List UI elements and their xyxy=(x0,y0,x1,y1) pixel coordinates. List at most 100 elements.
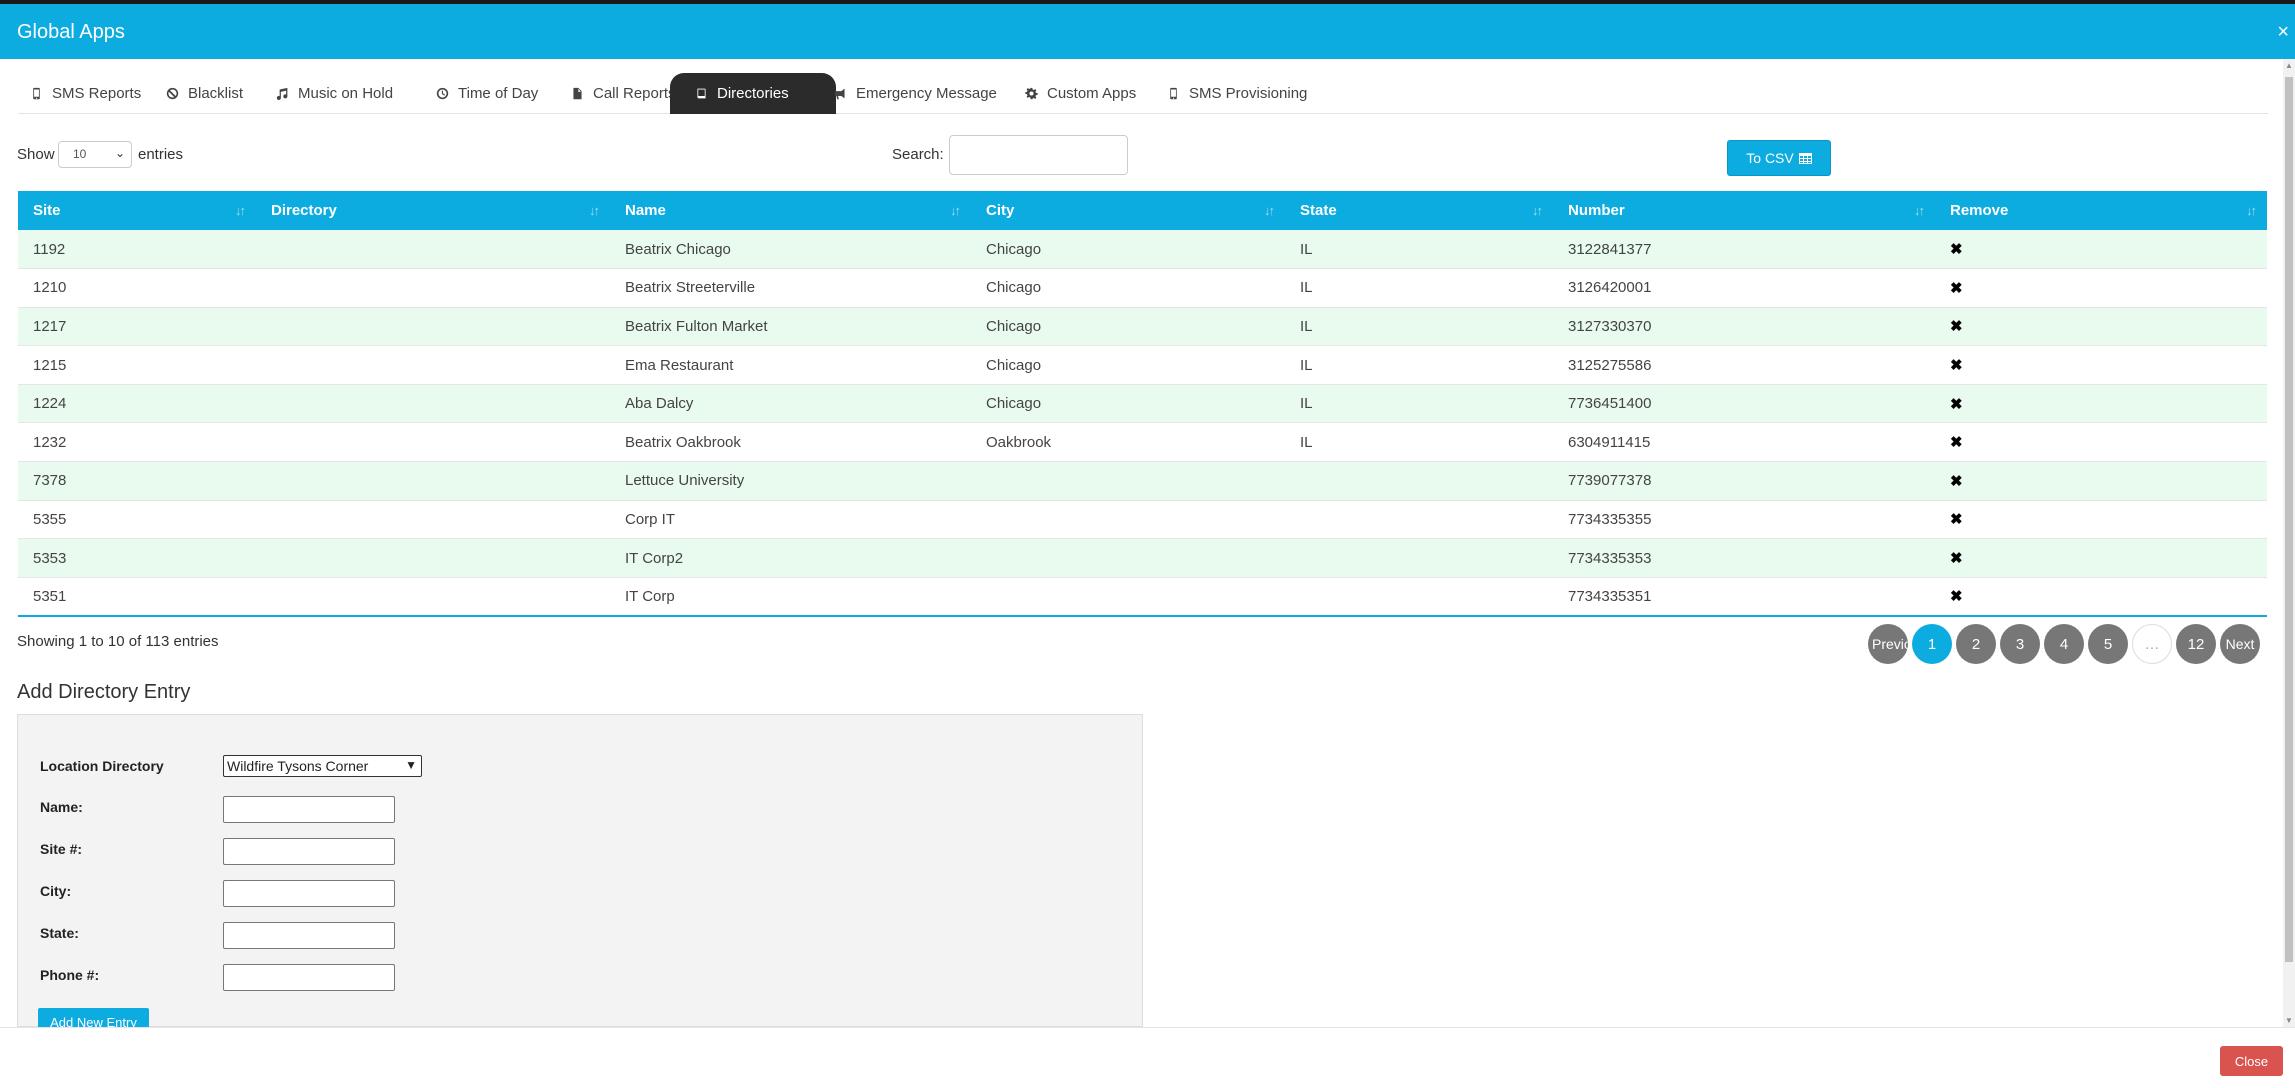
tab-blacklist[interactable]: Blacklist xyxy=(154,73,255,114)
location-directory-value: Wildfire Tysons Corner xyxy=(227,758,369,774)
cell-state xyxy=(1285,538,1553,578)
scroll-up-icon[interactable]: ▲ xyxy=(2285,61,2293,70)
remove-icon[interactable]: ✖ xyxy=(1950,396,1963,413)
page-button-1[interactable]: 1 xyxy=(1912,624,1952,664)
ban-icon xyxy=(166,87,179,100)
tab-directories[interactable]: Directories xyxy=(670,73,836,114)
cell-state: IL xyxy=(1285,384,1553,424)
cell-name: Beatrix Fulton Market xyxy=(610,307,971,347)
sort-icon: ↓↑ xyxy=(1264,203,1275,218)
state-field[interactable] xyxy=(223,922,395,949)
search-label: Search: xyxy=(892,146,944,163)
cell-remove: ✖ xyxy=(1935,345,2267,385)
cell-number: 7736451400 xyxy=(1553,384,1935,424)
search-input[interactable] xyxy=(949,135,1128,175)
tab-label: Directories xyxy=(717,85,789,102)
cell-city: Chicago xyxy=(971,384,1285,424)
cell-site: 5351 xyxy=(18,577,256,617)
entries-per-page-select[interactable]: 10 ⌄ xyxy=(58,141,132,168)
remove-icon[interactable]: ✖ xyxy=(1950,280,1963,297)
remove-icon[interactable]: ✖ xyxy=(1950,434,1963,451)
cell-number: 3122841377 xyxy=(1553,230,1935,270)
scroll-down-icon[interactable]: ▼ xyxy=(2285,1016,2293,1025)
remove-icon[interactable]: ✖ xyxy=(1950,318,1963,335)
cell-name: Aba Dalcy xyxy=(610,384,971,424)
tab-custom-apps[interactable]: Custom Apps xyxy=(1013,73,1148,114)
remove-icon[interactable]: ✖ xyxy=(1950,550,1963,567)
tab-music-on-hold[interactable]: Music on Hold xyxy=(264,73,405,114)
remove-icon[interactable]: ✖ xyxy=(1950,511,1963,528)
column-header-name[interactable]: Name ↓↑ xyxy=(610,191,971,230)
tab-label: Custom Apps xyxy=(1047,85,1137,102)
scrollbar[interactable]: ▲ ▼ xyxy=(2283,59,2295,1027)
cell-directory xyxy=(256,500,610,540)
cell-directory xyxy=(256,577,610,617)
tab-time-of-day[interactable]: Time of Day xyxy=(424,73,550,114)
column-header-number[interactable]: Number ↓↑ xyxy=(1553,191,1935,230)
column-header-directory[interactable]: Directory ↓↑ xyxy=(256,191,610,230)
remove-icon[interactable]: ✖ xyxy=(1950,473,1963,490)
modal-header: Global Apps × xyxy=(0,0,2295,59)
cell-site: 7378 xyxy=(18,461,256,501)
cell-state: IL xyxy=(1285,422,1553,463)
cell-site: 5355 xyxy=(18,500,256,540)
table-row: 5353 IT Corp2 7734335353 ✖ xyxy=(18,538,2267,578)
cell-site: 1224 xyxy=(18,384,256,424)
cell-city: Oakbrook xyxy=(971,422,1285,463)
cell-name: Beatrix Chicago xyxy=(610,230,971,270)
site-label: Site #: xyxy=(40,841,83,857)
name-field[interactable] xyxy=(223,796,395,823)
column-header-site[interactable]: Site ↓↑ xyxy=(18,191,256,230)
tab-emergency-message[interactable]: Emergency Message xyxy=(822,73,1009,114)
cell-name: Beatrix Oakbrook xyxy=(610,422,971,463)
remove-icon[interactable]: ✖ xyxy=(1950,357,1963,374)
table-row: 1232 Beatrix Oakbrook Oakbrook IL 6304911415… xyxy=(18,422,2267,463)
column-header-city[interactable]: City ↓↑ xyxy=(971,191,1285,230)
previous-page-button[interactable]: Previous xyxy=(1868,624,1908,664)
close-icon[interactable]: × xyxy=(2277,21,2289,44)
name-label: Name: xyxy=(40,799,83,815)
page-button-2[interactable]: 2 xyxy=(1956,624,1996,664)
cell-directory xyxy=(256,345,610,385)
tab-sms-reports[interactable]: SMS Reports xyxy=(18,73,153,114)
page-button-12[interactable]: 12 xyxy=(2176,624,2216,664)
cell-directory xyxy=(256,461,610,501)
table-info: Showing 1 to 10 of 113 entries xyxy=(17,633,219,650)
megaphone-icon xyxy=(834,88,845,100)
next-page-button[interactable]: Next xyxy=(2220,624,2260,664)
table-row: 7378 Lettuce University 7739077378 ✖ xyxy=(18,461,2267,501)
cell-name: Lettuce University xyxy=(610,461,971,501)
cell-state xyxy=(1285,500,1553,540)
sort-icon: ↓↑ xyxy=(589,203,600,218)
location-directory-select[interactable]: Wildfire Tysons Corner ▼ xyxy=(223,755,422,777)
page-button-4[interactable]: 4 xyxy=(2044,624,2084,664)
table-header-row: Site ↓↑ Directory ↓↑ Name ↓↑ City ↓↑ State ↓↑… xyxy=(18,191,2267,230)
to-csv-button[interactable]: To CSV xyxy=(1727,140,1831,176)
city-field[interactable] xyxy=(223,880,395,907)
table-icon xyxy=(1798,152,1812,164)
tab-sms-provisioning[interactable]: SMS Provisioning xyxy=(1155,73,1319,114)
tab-label: Blacklist xyxy=(188,85,244,102)
column-header-state[interactable]: State ↓↑ xyxy=(1285,191,1553,230)
cell-number: 7734335355 xyxy=(1553,500,1935,540)
page-button-3[interactable]: 3 xyxy=(2000,624,2040,664)
table-row: 1215 Ema Restaurant Chicago IL 3125275586 ✖ xyxy=(18,345,2267,385)
phone-field[interactable] xyxy=(223,964,395,991)
cell-site: 1210 xyxy=(18,268,256,308)
cell-name: Beatrix Streeterville xyxy=(610,268,971,308)
cell-city xyxy=(971,461,1285,501)
cell-number: 6304911415 xyxy=(1553,422,1935,463)
tab-call-reports[interactable]: Call Reports xyxy=(559,73,688,114)
remove-icon[interactable]: ✖ xyxy=(1950,588,1963,605)
close-button[interactable]: Close xyxy=(2220,1046,2283,1076)
site-field[interactable] xyxy=(223,838,395,865)
cell-state: IL xyxy=(1285,268,1553,308)
tab-label: SMS Provisioning xyxy=(1189,85,1308,102)
scrollbar-thumb[interactable] xyxy=(2285,77,2293,962)
cell-city xyxy=(971,500,1285,540)
remove-icon[interactable]: ✖ xyxy=(1950,241,1963,258)
page-button-5[interactable]: 5 xyxy=(2088,624,2128,664)
column-header-remove[interactable]: Remove ↓↑ xyxy=(1935,191,2267,230)
entries-label: entries xyxy=(138,146,184,163)
cell-remove: ✖ xyxy=(1935,384,2267,424)
